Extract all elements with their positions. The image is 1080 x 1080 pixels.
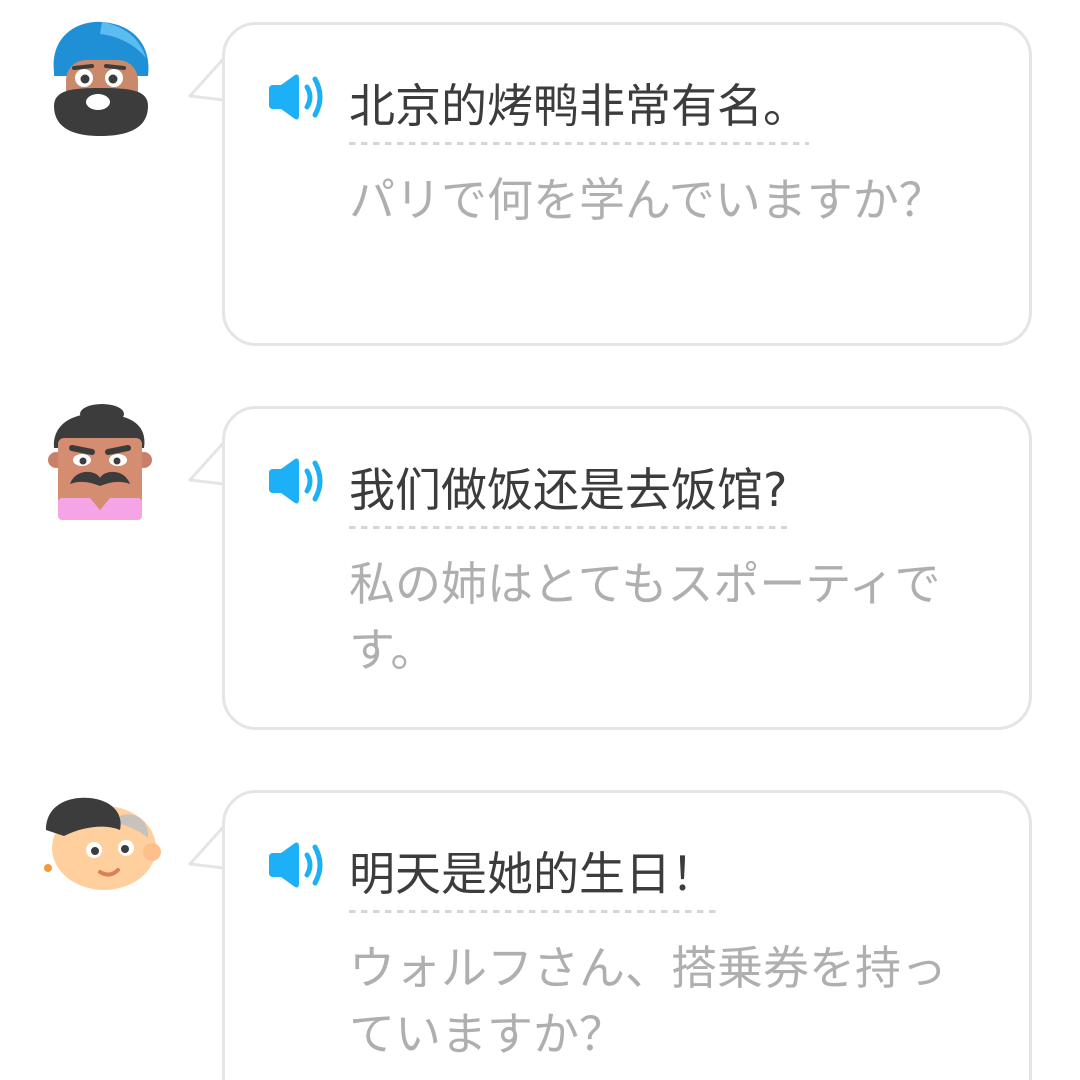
bubble-tail: [188, 440, 226, 486]
chinese-sentence[interactable]: 北京的烤鸭非常有名。: [349, 75, 809, 145]
turban-man-avatar: [40, 14, 162, 142]
speaker-icon[interactable]: [265, 839, 329, 891]
speaker-icon[interactable]: [265, 455, 329, 507]
speaker-icon[interactable]: [265, 71, 329, 123]
bubble-tail: [188, 824, 226, 870]
speech-bubble: 北京的烤鸭非常有名。 パリで何を学んでいますか？: [222, 22, 1032, 346]
japanese-translation: パリで何を学んでいますか？: [349, 173, 945, 227]
chinese-sentence[interactable]: 我们做饭还是去饭馆?: [349, 459, 788, 529]
mustache-man-avatar: [40, 398, 162, 526]
conversation-feed: 北京的烤鸭非常有名。 パリで何を学んでいますか？ 我们做饭还是去饭馆? 私の姉は…: [0, 0, 1080, 1080]
japanese-translation: ウォルフさん、搭乗券を持っていますか？: [349, 941, 947, 1061]
speech-bubble: 明天是她的生日！ ウォルフさん、搭乗券を持っていますか？: [222, 790, 1032, 1080]
bald-man-avatar: [40, 782, 162, 910]
speech-bubble: 我们做饭还是去饭馆? 私の姉はとてもスポーティです。: [222, 406, 1032, 730]
chinese-sentence[interactable]: 明天是她的生日！: [349, 843, 717, 913]
bubble-tail: [188, 56, 226, 102]
japanese-translation: 私の姉はとてもスポーティです。: [349, 557, 941, 677]
